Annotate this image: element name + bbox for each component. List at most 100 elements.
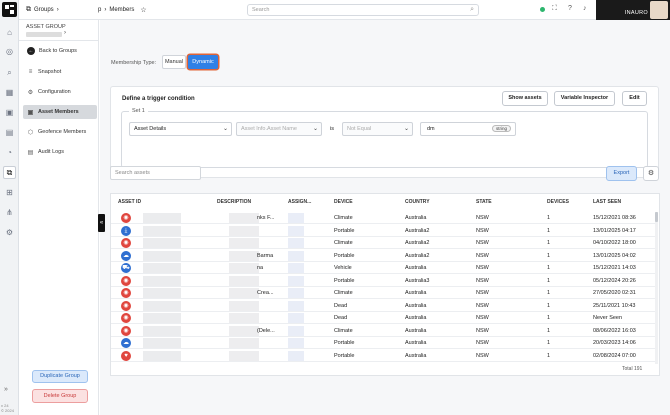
chevron-right-icon: › bbox=[104, 7, 107, 13]
asset-type-icon: ◉ bbox=[121, 325, 131, 336]
table-row[interactable]: ◉ Crea... Climate Australia NSW 1 27/05/2020 0… bbox=[111, 287, 656, 299]
assets-icon[interactable]: ▣ bbox=[3, 106, 16, 119]
redacted-cell bbox=[229, 213, 259, 223]
sidebar-item-geofence-members[interactable]: ⬡ Geofence Members bbox=[23, 125, 97, 139]
search-icon: ⌕ bbox=[470, 6, 474, 13]
cell-state: NSW bbox=[476, 227, 489, 234]
reports-icon[interactable]: ▤ bbox=[3, 126, 16, 139]
redacted-cell bbox=[229, 225, 259, 236]
notifications-icon[interactable]: ♪ bbox=[583, 5, 587, 12]
redacted-cell bbox=[288, 213, 304, 223]
column-header-country[interactable]: COUNTRY bbox=[405, 199, 430, 205]
analytics-icon[interactable]: ◔ bbox=[3, 146, 16, 159]
sidebar-item-back-to-groups[interactable]: ← Back to Groups bbox=[23, 44, 97, 58]
condition-value-input[interactable]: dm string bbox=[420, 122, 516, 136]
column-header-last-seen[interactable]: LAST SEEN bbox=[593, 199, 621, 205]
table-row[interactable]: ◉ Dead Australia NSW 1 Never Seen bbox=[111, 312, 656, 324]
variable-inspector-button[interactable]: Variable Inspector bbox=[554, 91, 615, 106]
user-name: INAURO bbox=[624, 10, 648, 16]
collapse-sidebar-icon[interactable]: « bbox=[98, 214, 105, 232]
help-icon[interactable]: ? bbox=[568, 5, 572, 12]
sidebar-item-label: Configuration bbox=[38, 89, 71, 95]
condition-value: dm bbox=[427, 126, 435, 132]
table-row[interactable]: ⤓ Portable Australia2 NSW 1 13/01/2025 04:17 bbox=[111, 225, 656, 237]
redacted-cell bbox=[143, 325, 181, 336]
is-label: is bbox=[330, 126, 334, 132]
chevron-right-icon[interactable]: › bbox=[64, 30, 66, 36]
asset-type-icon: ◉ bbox=[121, 213, 131, 223]
fullscreen-icon[interactable]: ⛶ bbox=[552, 5, 557, 13]
cell-country: Australia bbox=[405, 215, 427, 221]
breadcrumb-trail: p › Members ☆ bbox=[98, 6, 147, 14]
cell-device: Dead bbox=[334, 315, 348, 321]
asset-search-input[interactable]: Search assets bbox=[110, 166, 201, 180]
asset-group-name-redacted bbox=[26, 32, 62, 37]
column-header-device[interactable]: DEVICE bbox=[334, 199, 353, 205]
subfield-select[interactable]: Asset Info.Asset Name ⌄ bbox=[236, 122, 322, 136]
cell-state: NSW bbox=[476, 327, 489, 334]
table-scrollbar[interactable] bbox=[655, 212, 658, 364]
arrow-left-icon: ← bbox=[27, 47, 35, 55]
field-select-value: Asset Details bbox=[134, 126, 167, 132]
sidebar-item-audit-logs[interactable]: ▤ Audit Logs bbox=[23, 145, 97, 159]
table-row[interactable]: ♥ Portable Australia NSW 1 02/08/2024 07:00 bbox=[111, 350, 656, 362]
export-button[interactable]: Export bbox=[606, 166, 637, 181]
settings-icon[interactable]: ⚙ bbox=[3, 226, 16, 239]
edit-button[interactable]: Edit bbox=[622, 91, 647, 106]
groups-icon[interactable]: ⧉ bbox=[3, 166, 16, 179]
dashboard-icon[interactable]: ◎ bbox=[3, 45, 16, 58]
sidebar-item-asset-members[interactable]: ▣ Asset Members bbox=[23, 105, 97, 119]
sidebar-item-snapshot[interactable]: ≡ Snapshot bbox=[23, 65, 97, 79]
collapse-rail-icon[interactable]: » bbox=[4, 386, 8, 393]
operator-select[interactable]: Not Equal ⌄ bbox=[342, 122, 413, 136]
redacted-cell bbox=[288, 238, 304, 248]
user-menu[interactable]: INAURO bbox=[596, 0, 670, 20]
membership-dynamic-button[interactable]: Dynamic bbox=[188, 55, 218, 69]
redacted-cell bbox=[143, 225, 181, 236]
column-header-assigned[interactable]: ASSIGN... bbox=[288, 199, 311, 205]
column-header-state[interactable]: STATE bbox=[476, 199, 492, 205]
devices-icon[interactable]: ⊞ bbox=[3, 186, 16, 199]
star-icon[interactable]: ☆ bbox=[140, 6, 146, 14]
column-header-description[interactable]: DESCRIPTION bbox=[217, 199, 251, 205]
breadcrumb-groups[interactable]: Groups bbox=[34, 7, 54, 13]
redacted-cell bbox=[143, 313, 181, 323]
column-header-devices[interactable]: DEVICES bbox=[547, 199, 569, 205]
cell-state: NSW bbox=[476, 240, 489, 246]
redacted-cell bbox=[143, 288, 181, 298]
table-row[interactable]: ◉ (Dele... Climate Australia NSW 1 08/06/2022 … bbox=[111, 325, 656, 337]
table-row[interactable]: ◉ Portable Australia3 NSW 1 05/12/2024 20:26 bbox=[111, 275, 656, 287]
table-row[interactable]: ⛟ na Vehicle Australia NSW 1 15/12/2021 14:03 bbox=[111, 262, 656, 274]
version-info: v 24 © 2024 bbox=[1, 403, 14, 413]
delete-group-button[interactable]: Delete Group bbox=[32, 389, 88, 403]
chevron-right-icon: › bbox=[56, 7, 59, 13]
redacted-cell bbox=[229, 288, 259, 298]
map-icon[interactable]: ▦ bbox=[3, 86, 16, 99]
app-logo-icon[interactable] bbox=[2, 2, 17, 17]
show-assets-button[interactable]: Show assets bbox=[502, 91, 548, 106]
home-icon[interactable]: ⌂ bbox=[3, 26, 16, 39]
table-row[interactable]: ◉ Dead Australia NSW 1 25/11/2021 10:43 bbox=[111, 300, 656, 312]
table-row[interactable]: ☁ Barma Portable Australia2 NSW 1 13/01/2025 0… bbox=[111, 250, 656, 262]
network-icon[interactable]: ⋔ bbox=[3, 206, 16, 219]
table-row[interactable]: ◉ Climate Australia2 NSW 1 04/10/2022 18:00 bbox=[111, 237, 656, 249]
table-settings-icon[interactable]: ⚙ bbox=[643, 166, 659, 181]
membership-manual-button[interactable]: Manual bbox=[162, 55, 186, 69]
sidebar-item-configuration[interactable]: ⚙ Configuration bbox=[23, 85, 97, 99]
icon-rail: ⌂ ◎ ⌕ ▦ ▣ ▤ ◔ ⧉ ⊞ ⋔ ⚙ v 24 © 2024 bbox=[0, 0, 19, 415]
table-row[interactable]: ☁ Portable Australia NSW 1 20/03/2023 14:06 bbox=[111, 337, 656, 349]
field-select[interactable]: Asset Details ⌄ bbox=[129, 122, 232, 136]
duplicate-group-button[interactable]: Duplicate Group bbox=[32, 370, 88, 383]
global-search-input[interactable]: Search ⌕ bbox=[247, 4, 479, 16]
cell-last-seen: 02/08/2024 07:00 bbox=[593, 352, 636, 359]
asset-group-label: ASSET GROUP bbox=[26, 24, 66, 30]
cell-desc: nks F... bbox=[257, 215, 275, 221]
redacted-cell bbox=[288, 300, 304, 311]
asset-type-icon: ☁ bbox=[121, 338, 131, 348]
column-header-asset-id[interactable]: ASSET ID bbox=[118, 199, 141, 205]
table-row[interactable]: ◉ nks F... Climate Australia NSW 1 15/12/2021 … bbox=[111, 212, 656, 224]
search-nav-icon[interactable]: ⌕ bbox=[3, 66, 16, 79]
trigger-title: Define a trigger condition bbox=[122, 96, 195, 102]
cell-desc: na bbox=[257, 265, 264, 271]
breadcrumb-partial[interactable]: p bbox=[98, 7, 101, 13]
